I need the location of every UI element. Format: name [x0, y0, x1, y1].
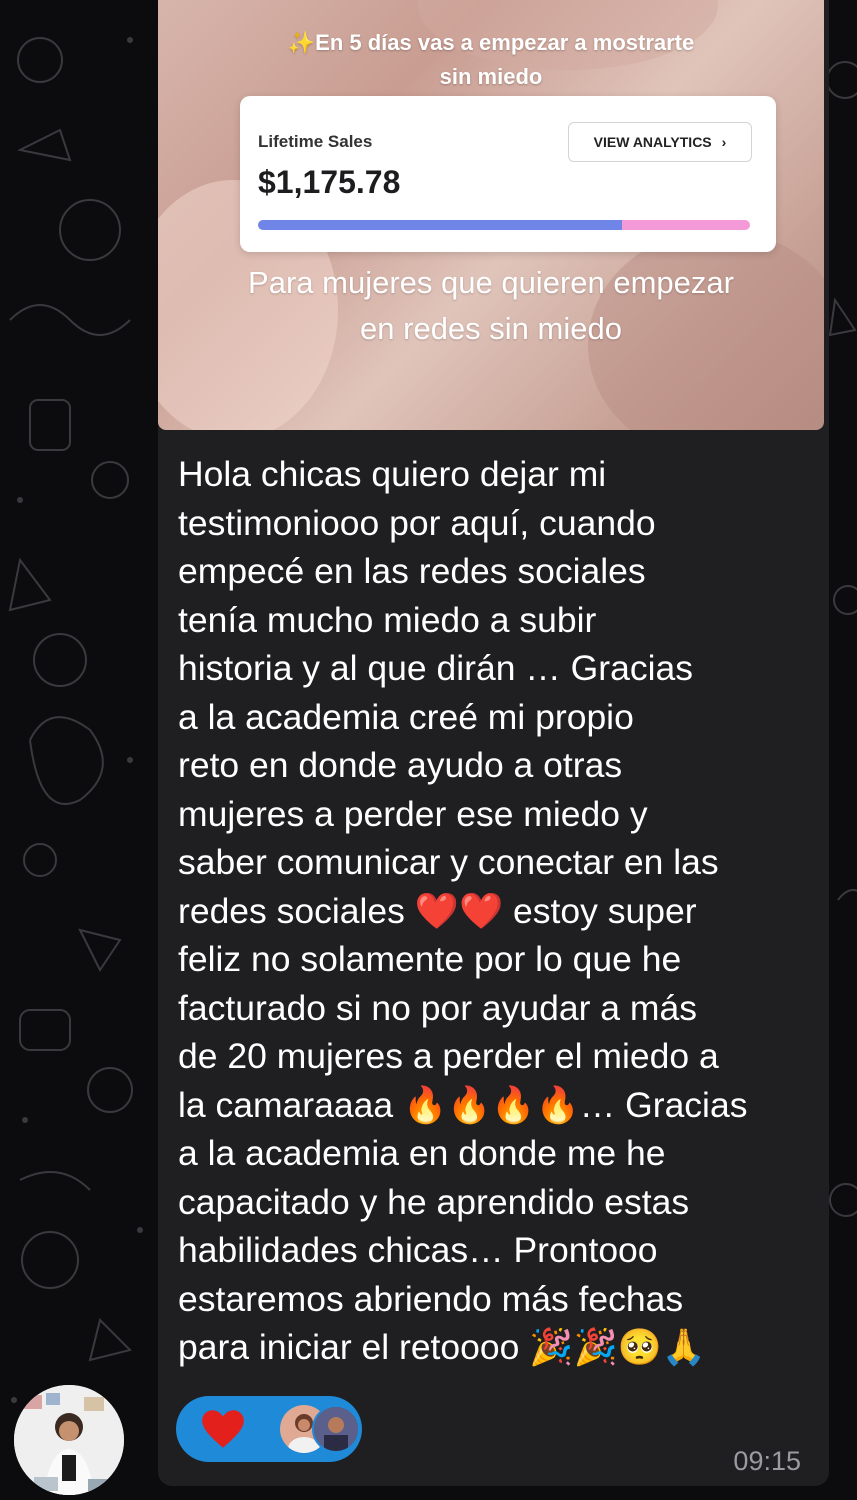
message-line: habilidades chicas… Prontooo	[178, 1230, 658, 1270]
image-subcaption-line1: Para mujeres que quieren empezar	[248, 265, 734, 300]
message-bubble[interactable]: ✨En 5 días vas a empezar a mostrarte sin…	[158, 0, 829, 1486]
message-line: a la academia creé mi propio	[178, 696, 634, 737]
message-line: para iniciar el retoooo 🎉🎉🥺🙏	[178, 1327, 707, 1367]
message-line: estaremos abriendo más fechas	[178, 1278, 684, 1319]
message-line: a la academia en donde me he	[178, 1133, 666, 1173]
message-timestamp: 09:15	[733, 1446, 801, 1476]
image-headline-line2: sin miedo	[439, 64, 543, 89]
message-line: empecé en las redes sociales	[178, 551, 646, 591]
message-line: saber comunicar y conectar en las	[178, 842, 719, 882]
image-headline: ✨En 5 días vas a empezar a mostrarte sin…	[158, 26, 824, 94]
message-line: de 20 mujeres a perder el miedo a	[178, 1036, 719, 1076]
image-subcaption: Para mujeres que quieren empezar en rede…	[158, 260, 824, 352]
progress-segment-blue	[258, 220, 623, 230]
progress-segment-pink	[622, 220, 750, 230]
view-analytics-button: VIEW ANALYTICS ›	[568, 122, 752, 162]
reactor-avatar	[312, 1405, 360, 1453]
sales-label: Lifetime Sales	[258, 132, 373, 151]
sender-avatar[interactable]	[14, 1385, 124, 1495]
message-text: Hola chicas quiero dejar mi testimoniooo…	[178, 450, 818, 1372]
message-line: feliz no solamente por lo que he	[178, 939, 682, 979]
message-line: la camaraaaa 🔥🔥🔥🔥… Gracias	[178, 1084, 748, 1125]
reactions-pill[interactable]	[176, 1396, 362, 1462]
sparkles-icon: ✨	[287, 30, 316, 55]
message-line: Hola chicas quiero dejar mi	[178, 454, 607, 494]
message-line: mujeres a perder ese miedo y	[178, 793, 648, 834]
message-line: historia y al que dirán … Gracias	[178, 648, 693, 688]
message-line: reto en donde ayudo a otras	[178, 745, 623, 785]
chevron-right-icon: ›	[721, 134, 727, 150]
message-line: redes sociales ❤️❤️ estoy super	[178, 890, 697, 931]
message-line: capacitado y he aprendido estas	[178, 1181, 690, 1222]
sales-amount: $1,175.78	[258, 164, 401, 200]
shared-image[interactable]: ✨En 5 días vas a empezar a mostrarte sin…	[158, 0, 824, 430]
view-analytics-label: VIEW ANALYTICS	[593, 134, 712, 150]
message-line: facturado si no por ayudar a más	[178, 987, 697, 1028]
message-line: testimoniooo por aquí, cuando	[178, 502, 656, 543]
image-subcaption-line2: en redes sin miedo	[360, 311, 622, 346]
sales-progress-bar	[258, 220, 750, 230]
sales-card: Lifetime Sales $1,175.78 VIEW ANALYTICS …	[240, 96, 776, 252]
message-line: tenía mucho miedo a subir	[178, 599, 597, 640]
image-headline-line1: En 5 días vas a empezar a mostrarte	[315, 30, 695, 55]
red-heart-icon	[202, 1410, 244, 1448]
